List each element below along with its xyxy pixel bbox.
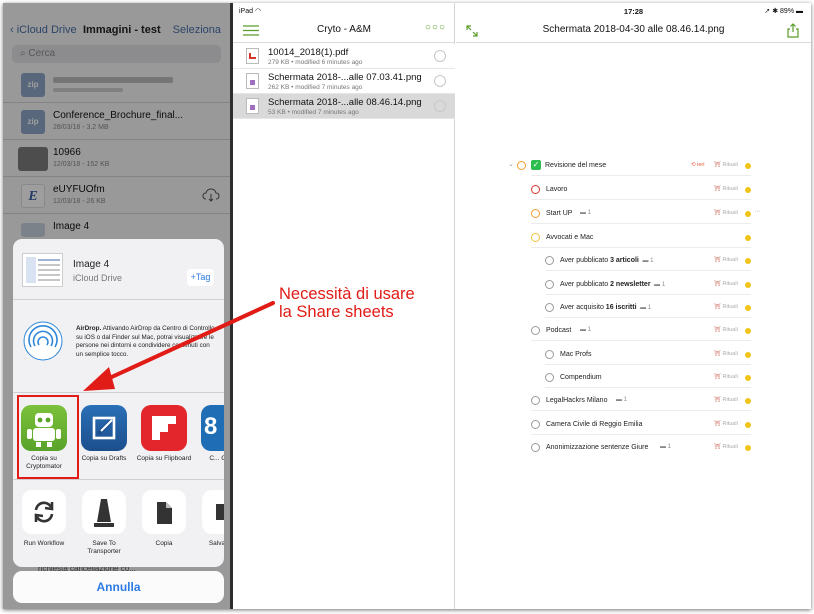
annotation-text: Necessità di usare la Share sheets <box>279 285 415 321</box>
annotation-line-1: Necessità di usare <box>279 285 415 303</box>
screenshot-frame: ‹ iCloud Drive Immagini - test Seleziona… <box>3 3 811 609</box>
annotation-line-2: la Share sheets <box>279 303 394 321</box>
